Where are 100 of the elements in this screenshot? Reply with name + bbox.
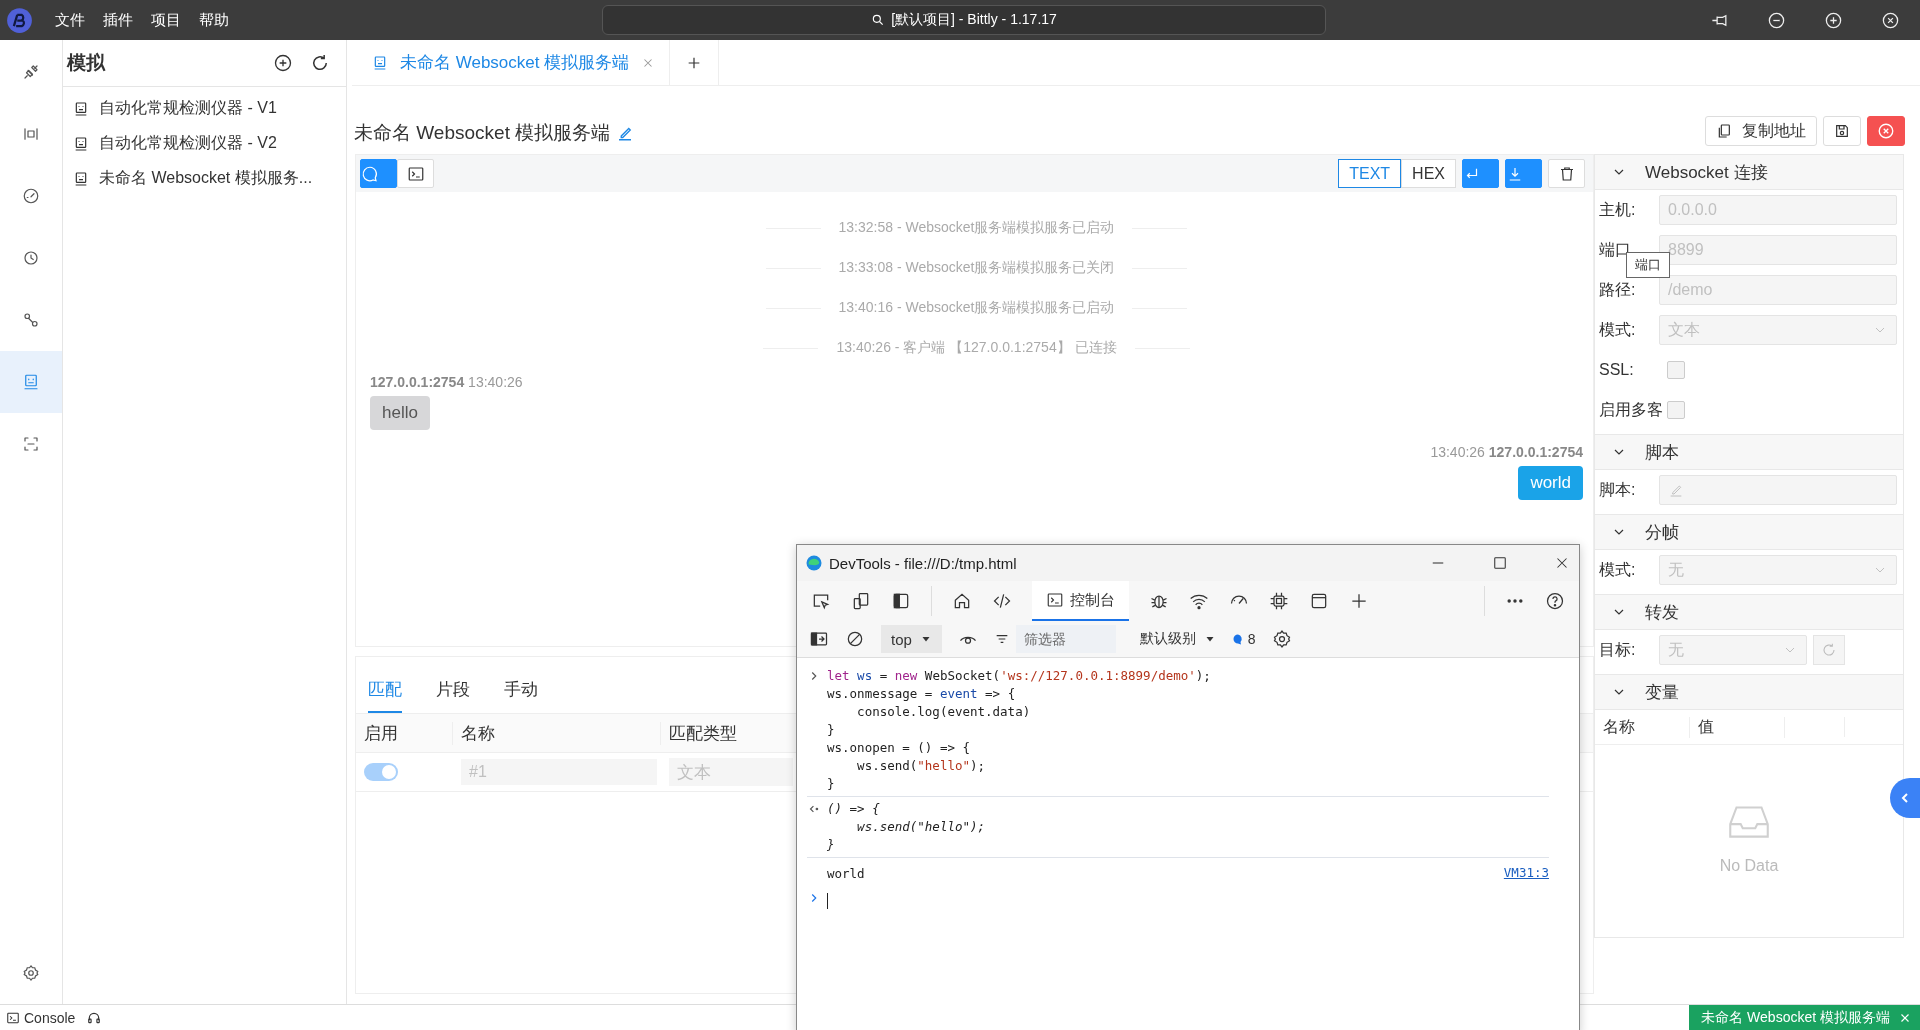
chat-icon	[361, 164, 379, 183]
add-icon[interactable]	[273, 53, 293, 73]
wrap-toggle[interactable]	[1462, 159, 1499, 188]
dock-icon[interactable]	[891, 591, 911, 611]
save-button[interactable]	[1823, 116, 1861, 146]
field-label: SSL:	[1599, 361, 1635, 379]
message-meta: 13:40:26 127.0.0.1:2754	[1430, 444, 1583, 460]
stop-button[interactable]	[1867, 116, 1905, 146]
column-header: 值	[1690, 716, 1785, 738]
device-icon[interactable]	[851, 591, 871, 611]
terminal-view-button[interactable]	[397, 159, 434, 188]
clear-button[interactable]	[1548, 159, 1585, 188]
autoscroll-toggle[interactable]	[1505, 159, 1542, 188]
event-text: 13:32:58 - Websocket服务端模拟服务已启动	[838, 219, 1115, 237]
code-line: }	[827, 836, 836, 854]
code-line: () => {	[827, 800, 881, 818]
link-icon	[22, 311, 40, 329]
panel-icon	[73, 170, 89, 187]
panel-icon	[73, 135, 89, 152]
section-header[interactable]: 转发	[1595, 594, 1903, 630]
field-label: 路径:	[1599, 279, 1637, 300]
format-button[interactable]: HEX	[1401, 159, 1456, 188]
browser-icon	[805, 554, 823, 572]
close-icon	[1877, 122, 1895, 140]
log-message: world	[827, 865, 865, 883]
section-header[interactable]: 脚本	[1595, 434, 1903, 470]
plus-icon[interactable]	[1349, 591, 1369, 611]
column-header: 启用	[356, 721, 453, 745]
sidebar-title: 模拟	[67, 51, 107, 75]
code-line: ws.send("hello");	[856, 818, 987, 836]
section-header[interactable]: 变量	[1595, 674, 1903, 710]
field-label: 模式:	[1599, 319, 1637, 340]
maximize-icon[interactable]	[1824, 10, 1843, 30]
help-icon[interactable]	[1545, 591, 1565, 611]
close-icon[interactable]	[1881, 10, 1900, 30]
search-icon	[871, 13, 886, 27]
copy-icon	[1716, 123, 1732, 139]
code-line: ws.onmessage = event => {	[827, 685, 1017, 703]
terminal-icon	[1046, 591, 1064, 609]
enable-switch[interactable]	[364, 763, 398, 781]
column-header: 匹配类型	[668, 722, 738, 745]
menu-item[interactable]: 项目	[151, 10, 181, 30]
code-icon[interactable]	[992, 591, 1012, 611]
plug-icon	[22, 63, 40, 81]
search-bar[interactable]: [默认项目] - Bittly - 1.17.17	[602, 5, 1326, 35]
code-line: let ws = new WebSocket('ws://127.0.0.1:8899/demo');	[827, 667, 1212, 685]
field-label: 模式:	[1599, 559, 1637, 580]
rules-tab[interactable]: 手动	[504, 678, 538, 713]
edit-icon	[1668, 482, 1684, 498]
source-link[interactable]: VM31:3	[1503, 865, 1549, 883]
sidebar-item[interactable]: 自动化常规检测仪器 - V1	[63, 91, 346, 126]
terminal-icon	[406, 164, 425, 183]
rules-tab[interactable]: 片段	[436, 678, 470, 713]
collapse-handle[interactable]	[1890, 778, 1920, 818]
clear-icon[interactable]	[845, 629, 865, 649]
minimize-icon[interactable]	[1767, 10, 1786, 30]
message-meta: 127.0.0.1:2754 13:40:26	[370, 374, 523, 390]
chip-icon[interactable]	[1269, 591, 1289, 611]
sidebar-item[interactable]: 未命名 Websocket 模拟服务...	[63, 161, 346, 196]
level-select[interactable]: 默认级别	[1139, 630, 1216, 648]
terminal-icon	[6, 1010, 20, 1025]
window-icon[interactable]	[1309, 591, 1329, 611]
filter-field[interactable]: 筛选器	[1015, 625, 1116, 653]
field-label: 目标:	[1599, 639, 1637, 660]
message-count[interactable]: 8	[1231, 631, 1256, 647]
menu-item[interactable]: 帮助	[199, 10, 229, 30]
copy-address-button[interactable]: 复制地址	[1705, 116, 1817, 146]
format-button[interactable]: TEXT	[1338, 159, 1402, 188]
settings-icon[interactable]	[1271, 629, 1292, 649]
code-line: }	[827, 721, 836, 739]
home-icon[interactable]	[952, 591, 972, 611]
empty-message: No Data	[1719, 857, 1779, 875]
message-bubble: world	[1518, 466, 1583, 500]
message-icon	[1231, 633, 1244, 645]
panel-icon	[73, 100, 89, 117]
panel-icon	[372, 54, 388, 71]
section-header[interactable]: 分帧	[1595, 514, 1903, 550]
tooltip: 端口	[1626, 252, 1670, 278]
code-line: ws.onopen = () => {	[827, 739, 971, 757]
console-button[interactable]: Console	[6, 1009, 76, 1026]
settings-icon[interactable]	[22, 964, 40, 982]
context-select[interactable]: top	[881, 625, 942, 653]
window-title: DevTools - file:///D:/tmp.html	[829, 554, 1017, 572]
code-line: }	[827, 775, 836, 793]
refresh-icon[interactable]	[310, 53, 330, 73]
column-header: 名称	[1595, 716, 1690, 738]
field-label: 主机:	[1599, 199, 1637, 220]
section-header[interactable]: Websocket 连接	[1595, 155, 1903, 190]
logo-icon	[6, 6, 33, 34]
clock-icon	[22, 249, 40, 267]
sidebar-item[interactable]: 自动化常规检测仪器 - V2	[63, 126, 346, 161]
code-line: console.log(event.data)	[856, 703, 1032, 721]
field-label: 脚本:	[1599, 479, 1637, 500]
menu-item[interactable]: 插件	[103, 10, 133, 30]
event-text: 13:33:08 - Websocket服务端模拟服务已关闭	[838, 259, 1115, 277]
menu-item[interactable]: 文件	[55, 10, 85, 30]
headphones-icon[interactable]	[87, 1010, 102, 1025]
devtools-tab[interactable]: 控制台	[1032, 581, 1129, 621]
gauge-icon	[22, 187, 40, 205]
maximize-icon[interactable]	[1491, 554, 1509, 572]
